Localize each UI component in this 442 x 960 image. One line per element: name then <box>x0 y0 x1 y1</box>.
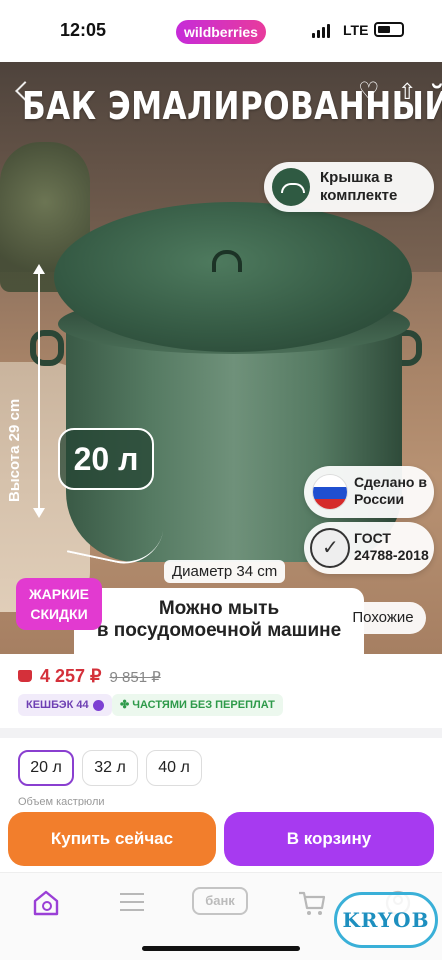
promo-line2: СКИДКИ <box>30 606 88 622</box>
price-section: 4 257 ₽ 9 851 ₽ КЕШБЭК 44 ✤ ЧАСТЯМИ БЕЗ … <box>0 654 442 728</box>
cashback-badge[interactable]: КЕШБЭК 44 <box>18 694 112 716</box>
gost-text: ГОСТ 24788-2018 <box>354 530 429 564</box>
network-label: LTE <box>343 22 369 38</box>
height-arrow <box>33 264 45 518</box>
current-price: 4 257 ₽ <box>40 666 102 686</box>
battery-icon <box>374 22 404 37</box>
section-divider <box>0 728 442 738</box>
installment-text: ЧАСТЯМИ БЕЗ ПЕРЕПЛАТ <box>132 699 275 711</box>
add-to-cart-button[interactable]: В корзину <box>224 812 434 866</box>
lid-icon <box>272 168 310 206</box>
size-option-32[interactable]: 32 л <box>82 750 138 786</box>
promo-line1: ЖАРКИЕ <box>28 586 90 602</box>
pot-lid <box>54 202 412 352</box>
similar-products-button[interactable]: Похожие <box>340 602 426 634</box>
diameter-label: Диаметр 34 cm <box>164 560 286 583</box>
height-label: Высота 29 cm <box>6 398 23 502</box>
home-indicator <box>142 946 300 951</box>
cashback-text: КЕШБЭК 44 <box>26 699 89 711</box>
russia-flag-icon <box>312 474 348 510</box>
price-row: 4 257 ₽ 9 851 ₽ <box>18 666 161 687</box>
signal-icon <box>312 24 330 38</box>
coin-icon <box>92 699 104 711</box>
cart-icon[interactable] <box>296 887 328 919</box>
made-in-russia-badge: Сделано в России <box>304 466 434 518</box>
home-search-icon[interactable] <box>30 887 62 919</box>
share-icon[interactable]: ⇧ <box>398 80 422 104</box>
gost-line2: 24788-2018 <box>354 547 429 563</box>
status-time: 12:05 <box>60 20 107 40</box>
action-bar: Купить сейчас В корзину <box>0 806 442 872</box>
menu-icon[interactable] <box>116 887 148 919</box>
hot-discounts-badge: ЖАРКИЕ СКИДКИ <box>16 578 102 630</box>
dishwasher-line1: Можно мыть <box>158 598 280 619</box>
buy-now-button[interactable]: Купить сейчас <box>8 812 216 866</box>
gost-line1: ГОСТ <box>354 530 391 546</box>
product-image-gallery[interactable]: БАК ЭМАЛИРОВАННЫЙ ♡ ⇧ Крышка в комплекте… <box>0 62 442 654</box>
certificate-seal-icon <box>310 528 350 568</box>
watermark-logo: KRYOB <box>334 892 438 948</box>
origin-text: Сделано в России <box>354 474 427 507</box>
old-price: 9 851 ₽ <box>109 669 161 686</box>
size-option-20[interactable]: 20 л <box>18 750 74 786</box>
lid-included-badge: Крышка в комплекте <box>264 162 434 212</box>
bank-icon[interactable]: банк <box>192 887 248 915</box>
lid-included-text: Крышка в комплекте <box>320 169 398 204</box>
installment-badge[interactable]: ✤ ЧАСТЯМИ БЕЗ ПЕРЕПЛАТ <box>112 694 283 716</box>
status-bar: 12:05 wildberries LTE <box>0 0 442 62</box>
favorite-heart-icon[interactable]: ♡ <box>358 80 382 104</box>
size-options: 20 л 32 л 40 л <box>18 750 202 786</box>
product-title-overlay: БАК ЭМАЛИРОВАННЫЙ <box>22 84 442 128</box>
volume-badge: 20 л <box>58 428 154 490</box>
dishwasher-safe-banner: Можно мыть в посудомоечной машине <box>74 588 364 654</box>
dishwasher-line2: в посудомоечной машине <box>96 620 342 641</box>
wildberries-badge[interactable]: wildberries <box>176 20 266 44</box>
wallet-icon <box>18 670 32 682</box>
clover-icon: ✤ <box>120 699 133 711</box>
size-option-40[interactable]: 40 л <box>146 750 202 786</box>
gost-badge: ГОСТ 24788-2018 <box>304 522 434 574</box>
pot-knob <box>212 250 242 272</box>
pot-handle-left <box>30 330 64 366</box>
